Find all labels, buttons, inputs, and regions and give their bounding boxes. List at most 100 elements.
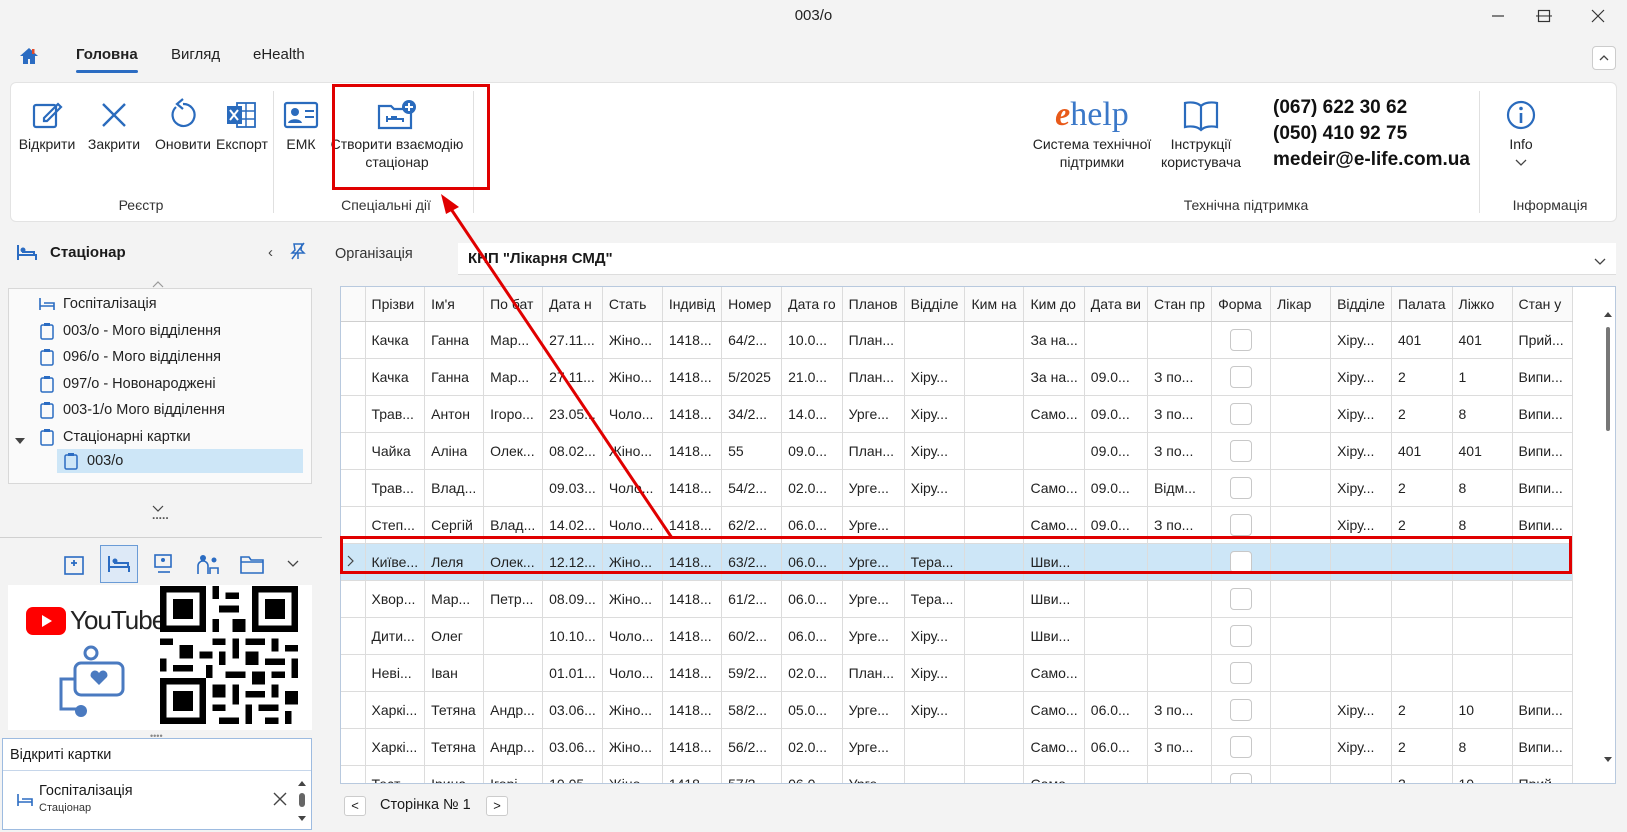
- table-cell[interactable]: [964, 580, 1025, 618]
- table-cell[interactable]: 03.06...: [542, 728, 603, 766]
- table-cell[interactable]: Жіно...: [602, 691, 663, 729]
- table-cell[interactable]: [1391, 654, 1453, 692]
- table-cell[interactable]: [964, 617, 1025, 655]
- table-cell[interactable]: 59/2...: [721, 654, 783, 692]
- table-cell[interactable]: 54/2...: [721, 469, 783, 507]
- next-page-button[interactable]: >: [486, 796, 508, 816]
- column-header[interactable]: Дата ви: [1084, 287, 1148, 322]
- table-cell[interactable]: З по...: [1147, 691, 1213, 729]
- maximize-icon[interactable]: [1520, 0, 1568, 32]
- table-cell[interactable]: [1391, 617, 1453, 655]
- tree-item-hospitalization[interactable]: Госпіталізація: [39, 292, 157, 316]
- table-cell[interactable]: 02.0...: [781, 728, 843, 766]
- table-cell[interactable]: 06.0...: [1084, 728, 1148, 766]
- table-cell[interactable]: [1270, 691, 1332, 729]
- table-cell[interactable]: 2: [1391, 358, 1453, 396]
- checkbox[interactable]: [1230, 365, 1253, 388]
- row-indicator[interactable]: [341, 728, 366, 766]
- table-cell[interactable]: Хвор...: [365, 580, 426, 618]
- table-cell[interactable]: Хіру...: [904, 395, 966, 433]
- table-cell[interactable]: 60/2...: [721, 617, 783, 655]
- table-cell[interactable]: [1270, 432, 1332, 470]
- table-cell[interactable]: [483, 469, 544, 507]
- table-cell[interactable]: 1418...: [662, 728, 723, 766]
- row-indicator[interactable]: [341, 691, 366, 729]
- column-header[interactable]: Ліжко: [1452, 287, 1513, 322]
- table-row[interactable]: Неві... Іван 01.01... Чоло... 1418... 59/2...…: [341, 654, 1573, 692]
- table-cell[interactable]: Харкі...: [365, 728, 426, 766]
- table-cell[interactable]: 2: [1391, 691, 1453, 729]
- table-cell[interactable]: [1330, 765, 1392, 783]
- table-cell[interactable]: 57/2...: [721, 765, 783, 783]
- checkbox[interactable]: [1230, 587, 1253, 610]
- table-cell[interactable]: Само...: [1023, 765, 1085, 783]
- form-checkbox[interactable]: [1211, 728, 1272, 766]
- table-cell[interactable]: Дити...: [365, 617, 426, 655]
- table-cell[interactable]: План...: [842, 432, 905, 470]
- table-cell[interactable]: 55: [721, 432, 783, 470]
- table-cell[interactable]: Хіру...: [1330, 395, 1392, 433]
- table-cell[interactable]: Трав...: [365, 395, 426, 433]
- form-checkbox[interactable]: [1211, 580, 1272, 618]
- table-row[interactable]: Дити... Олег 10.10... Чоло... 1418... 60/2...…: [341, 617, 1573, 655]
- collapse-ribbon-button[interactable]: [1592, 46, 1616, 70]
- table-cell[interactable]: Жіно...: [602, 580, 663, 618]
- table-cell[interactable]: Хіру...: [904, 691, 966, 729]
- info-button[interactable]: Info: [1491, 95, 1551, 171]
- table-cell[interactable]: Чайка: [365, 432, 426, 470]
- table-cell[interactable]: [1270, 765, 1332, 783]
- table-cell[interactable]: Хіру...: [904, 432, 966, 470]
- table-cell[interactable]: Тетяна: [424, 728, 485, 766]
- tree-item-stationary-cards[interactable]: Стаціонарні картки: [39, 425, 191, 449]
- table-cell[interactable]: Хіру...: [1330, 321, 1392, 359]
- column-header[interactable]: Номер: [721, 287, 783, 322]
- table-cell[interactable]: Урге...: [842, 691, 905, 729]
- table-cell[interactable]: Ірина: [424, 765, 485, 783]
- table-cell[interactable]: План...: [842, 654, 905, 692]
- table-cell[interactable]: Само...: [1023, 469, 1085, 507]
- column-header[interactable]: Індивід: [662, 287, 723, 322]
- table-cell[interactable]: [1084, 617, 1148, 655]
- table-cell[interactable]: [1452, 617, 1513, 655]
- table-cell[interactable]: [1147, 321, 1213, 359]
- table-cell[interactable]: Чоло...: [602, 469, 663, 507]
- table-cell[interactable]: 2: [1391, 728, 1453, 766]
- column-header[interactable]: Планов: [842, 287, 905, 322]
- table-cell[interactable]: [1452, 654, 1513, 692]
- table-cell[interactable]: 10.10...: [542, 617, 603, 655]
- table-cell[interactable]: Шви...: [1023, 617, 1085, 655]
- table-cell[interactable]: Хіру...: [904, 617, 966, 655]
- table-cell[interactable]: Прий...: [1512, 765, 1573, 783]
- table-cell[interactable]: [1147, 765, 1213, 783]
- table-cell[interactable]: 1418...: [662, 358, 723, 396]
- table-cell[interactable]: 1: [1452, 358, 1513, 396]
- tree-item-003-1-my-dept[interactable]: 003-1/о Мого відділення: [39, 398, 225, 422]
- table-cell[interactable]: 401: [1391, 432, 1453, 470]
- form-checkbox[interactable]: [1211, 321, 1272, 359]
- table-cell[interactable]: 401: [1452, 432, 1513, 470]
- table-cell[interactable]: [964, 358, 1025, 396]
- checkbox[interactable]: [1230, 328, 1253, 351]
- form-checkbox[interactable]: [1211, 395, 1272, 433]
- table-cell[interactable]: Хіру...: [1330, 469, 1392, 507]
- table-cell[interactable]: [964, 765, 1025, 783]
- table-cell[interactable]: Хіру...: [904, 358, 966, 396]
- table-cell[interactable]: З по...: [1147, 358, 1213, 396]
- table-row[interactable]: Харкі... Тетяна Андр... 03.06... Жіно... 1418…: [341, 691, 1573, 729]
- table-cell[interactable]: [1084, 654, 1148, 692]
- table-cell[interactable]: З по...: [1147, 728, 1213, 766]
- checkbox[interactable]: [1230, 698, 1253, 721]
- table-cell[interactable]: Хіру...: [904, 469, 966, 507]
- table-cell[interactable]: 06.0...: [781, 765, 843, 783]
- emk-button[interactable]: ЕМК: [279, 95, 323, 153]
- table-cell[interactable]: 1418...: [662, 580, 723, 618]
- checkbox[interactable]: [1230, 624, 1253, 647]
- row-indicator[interactable]: [341, 765, 366, 783]
- table-cell[interactable]: 27.11...: [542, 358, 603, 396]
- table-cell[interactable]: Шви...: [1023, 580, 1085, 618]
- close-card-icon[interactable]: [273, 792, 287, 809]
- form-checkbox[interactable]: [1211, 617, 1272, 655]
- table-cell[interactable]: Петр...: [483, 580, 544, 618]
- table-cell[interactable]: [964, 395, 1025, 433]
- checkbox[interactable]: [1230, 402, 1253, 425]
